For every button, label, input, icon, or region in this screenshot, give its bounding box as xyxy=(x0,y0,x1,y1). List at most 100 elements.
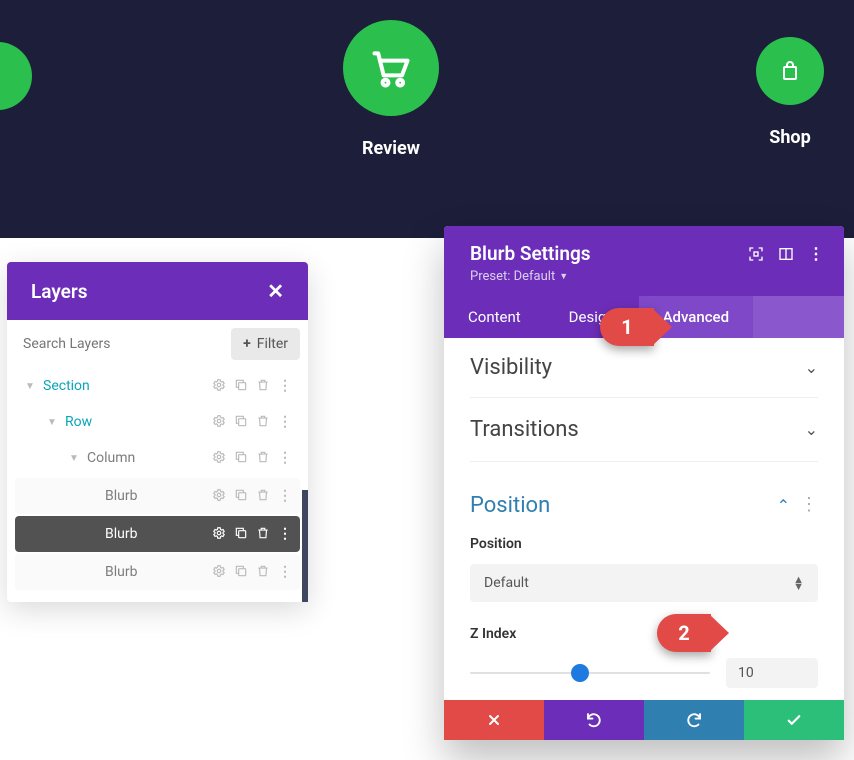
gear-icon[interactable] xyxy=(212,488,226,502)
more-icon[interactable]: ⋮ xyxy=(278,414,292,430)
tree-node-blurb[interactable]: Blurb ⋮ xyxy=(15,554,300,590)
duplicate-icon[interactable] xyxy=(234,378,248,392)
gear-icon[interactable] xyxy=(212,526,226,540)
tree-node-column[interactable]: ▼ Column ⋮ xyxy=(15,440,300,476)
trash-icon[interactable] xyxy=(256,450,270,464)
duplicate-icon[interactable] xyxy=(234,526,248,540)
hero-review-label: Review xyxy=(362,138,420,159)
zindex-slider[interactable] xyxy=(470,667,710,679)
trash-icon[interactable] xyxy=(256,414,270,428)
chevron-up-icon: ⌃ xyxy=(777,496,790,515)
position-select[interactable]: Default ▲▼ xyxy=(470,564,818,602)
trash-icon[interactable] xyxy=(256,378,270,392)
undo-button[interactable] xyxy=(544,700,644,740)
header-icons: ⋮ xyxy=(748,244,824,263)
columns-icon[interactable] xyxy=(778,246,794,262)
settings-footer xyxy=(444,700,844,740)
tree-label: Section xyxy=(39,378,212,394)
slider-thumb[interactable] xyxy=(571,664,589,682)
select-arrows-icon: ▲▼ xyxy=(793,576,804,590)
tree-label: Blurb xyxy=(95,564,212,580)
filter-label: Filter xyxy=(257,336,288,352)
hero-background: Review Shop xyxy=(0,0,854,238)
trash-icon[interactable] xyxy=(256,526,270,540)
more-icon[interactable]: ⋮ xyxy=(278,564,292,580)
delete-button[interactable] xyxy=(444,700,544,740)
filter-button[interactable]: + Filter xyxy=(231,328,300,360)
close-icon[interactable]: ✕ xyxy=(267,279,284,303)
layers-search-row: + Filter xyxy=(7,320,308,368)
tree-label: Blurb xyxy=(95,526,212,542)
section-label: Position xyxy=(470,493,550,518)
tree-node-blurb[interactable]: Blurb ⋮ xyxy=(15,478,300,514)
search-input[interactable] xyxy=(23,328,223,360)
layers-title: Layers xyxy=(31,280,87,303)
position-field-label: Position xyxy=(470,536,818,552)
node-actions: ⋮ xyxy=(212,414,300,430)
node-actions: ⋮ xyxy=(212,378,300,394)
zindex-field-label: Z Index xyxy=(470,626,818,642)
trash-icon[interactable] xyxy=(256,488,270,502)
tree-label: Blurb xyxy=(95,488,212,504)
node-actions: ⋮ xyxy=(212,564,300,580)
hero-shop-label: Shop xyxy=(769,127,810,148)
more-icon[interactable]: ⋮ xyxy=(800,500,818,510)
gear-icon[interactable] xyxy=(212,414,226,428)
zindex-row xyxy=(470,658,818,688)
duplicate-icon[interactable] xyxy=(234,488,248,502)
tree-label: Column xyxy=(83,450,212,466)
hero-item-review[interactable]: Review xyxy=(343,20,439,159)
duplicate-icon[interactable] xyxy=(234,450,248,464)
hero-half-circle-icon xyxy=(0,42,32,110)
duplicate-icon[interactable] xyxy=(234,564,248,578)
layers-header: Layers ✕ xyxy=(7,262,308,320)
preset-label: Preset: Default xyxy=(470,269,555,284)
node-actions: ⋮ xyxy=(212,488,300,504)
chevron-down-icon: ⌄ xyxy=(805,358,818,377)
more-icon[interactable]: ⋮ xyxy=(278,488,292,504)
slider-track xyxy=(470,672,710,674)
cart-icon xyxy=(343,20,439,116)
section-position[interactable]: Position ⌃ ⋮ xyxy=(470,462,818,532)
chevron-down-icon: ⌄ xyxy=(805,420,818,439)
more-icon[interactable]: ⋮ xyxy=(278,526,292,542)
layers-panel: Layers ✕ + Filter ▼ Section ⋮ ▼ Row xyxy=(7,262,308,602)
gear-icon[interactable] xyxy=(212,450,226,464)
more-icon[interactable]: ⋮ xyxy=(278,450,292,466)
settings-header: Blurb Settings ⋮ Preset: Default ▼ xyxy=(444,226,844,296)
section-label: Visibility xyxy=(470,355,552,380)
bag-icon xyxy=(756,37,824,105)
focus-icon[interactable] xyxy=(748,246,764,262)
trash-icon[interactable] xyxy=(256,564,270,578)
tree-node-blurb-active[interactable]: Blurb ⋮ xyxy=(15,516,300,552)
gear-icon[interactable] xyxy=(212,378,226,392)
more-icon[interactable]: ⋮ xyxy=(808,244,824,263)
tree-node-section[interactable]: ▼ Section ⋮ xyxy=(15,368,300,404)
hero-item-shop[interactable]: Shop xyxy=(756,37,824,148)
layers-tree: ▼ Section ⋮ ▼ Row ⋮ ▼ Column xyxy=(7,368,308,602)
caret-down-icon[interactable]: ▼ xyxy=(43,417,61,428)
redo-button[interactable] xyxy=(644,700,744,740)
section-visibility[interactable]: Visibility ⌄ xyxy=(470,338,818,398)
more-icon[interactable]: ⋮ xyxy=(278,378,292,394)
confirm-button[interactable] xyxy=(744,700,844,740)
callout-1: 1 xyxy=(600,308,654,346)
caret-down-icon[interactable]: ▼ xyxy=(21,381,39,392)
gear-icon[interactable] xyxy=(212,564,226,578)
node-actions: ⋮ xyxy=(212,450,300,466)
zindex-input[interactable] xyxy=(726,658,818,688)
tree-node-row[interactable]: ▼ Row ⋮ xyxy=(15,404,300,440)
section-transitions[interactable]: Transitions ⌄ xyxy=(470,398,818,462)
tab-content[interactable]: Content xyxy=(444,296,545,338)
settings-body: Visibility ⌄ Transitions ⌄ Position ⌃ ⋮ … xyxy=(444,338,844,700)
tab-spacer xyxy=(753,296,844,338)
section-label: Transitions xyxy=(470,417,579,442)
layers-scrollbar[interactable] xyxy=(302,490,308,602)
position-value: Default xyxy=(484,575,529,591)
callout-2: 2 xyxy=(657,614,711,652)
node-actions: ⋮ xyxy=(212,526,300,542)
caret-down-icon[interactable]: ▼ xyxy=(65,453,83,464)
duplicate-icon[interactable] xyxy=(234,414,248,428)
settings-panel: Blurb Settings ⋮ Preset: Default ▼ Conte… xyxy=(444,226,844,740)
preset-dropdown[interactable]: Preset: Default ▼ xyxy=(470,269,568,284)
